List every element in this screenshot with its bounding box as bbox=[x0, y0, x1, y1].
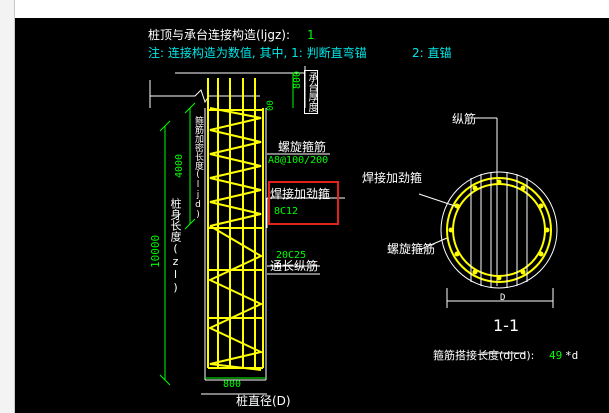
section-d-label: D bbox=[500, 293, 506, 303]
cap-thickness-value: 800 bbox=[292, 70, 303, 89]
section-welded-rib-label: 焊接加劲箍 bbox=[362, 171, 423, 185]
welded-rib-spec: 8C12 bbox=[274, 206, 299, 217]
section-view bbox=[418, 117, 558, 354]
long-bar-label: 通长纵筋 bbox=[270, 259, 319, 273]
window-left-strip bbox=[0, 0, 15, 413]
cad-drawing-canvas[interactable]: 桩顶与承台连接构造(ljgz): 1 注: 连接构造为数值, 其中, 1: 判断… bbox=[15, 18, 609, 413]
lap-length-suffix: *d bbox=[565, 349, 579, 362]
cap-thickness-label: 承台厚度 bbox=[304, 70, 318, 114]
lap-length-label: 箍筋搭接长度(djcd): bbox=[433, 349, 535, 362]
window-top-strip bbox=[0, 0, 609, 18]
zero-label: 00 bbox=[266, 100, 276, 111]
dense-length-label: 箍筋加密长度(ljd) bbox=[193, 116, 203, 220]
pile-length-label: 桩身长度(zl) bbox=[169, 198, 182, 294]
section-title: 1-1 bbox=[493, 316, 520, 335]
diameter-value: 800 bbox=[223, 379, 242, 390]
welded-rib-label: 焊接加劲箍 bbox=[270, 187, 331, 201]
cap-outline bbox=[149, 66, 306, 108]
spiral-stirrup-spec: A8@100/200 bbox=[268, 155, 329, 166]
lap-length-value: 49 bbox=[549, 349, 563, 362]
section-spiral-label: 螺旋箍筋 bbox=[387, 242, 436, 256]
pile-length-value: 10000 bbox=[149, 234, 162, 268]
diameter-label: 桩直径(D) bbox=[236, 394, 291, 408]
spiral-stirrup-label: 螺旋箍筋 bbox=[278, 140, 327, 154]
dense-length-value: 4000 bbox=[174, 153, 185, 178]
section-longitudinal-label: 纵筋 bbox=[452, 112, 477, 126]
